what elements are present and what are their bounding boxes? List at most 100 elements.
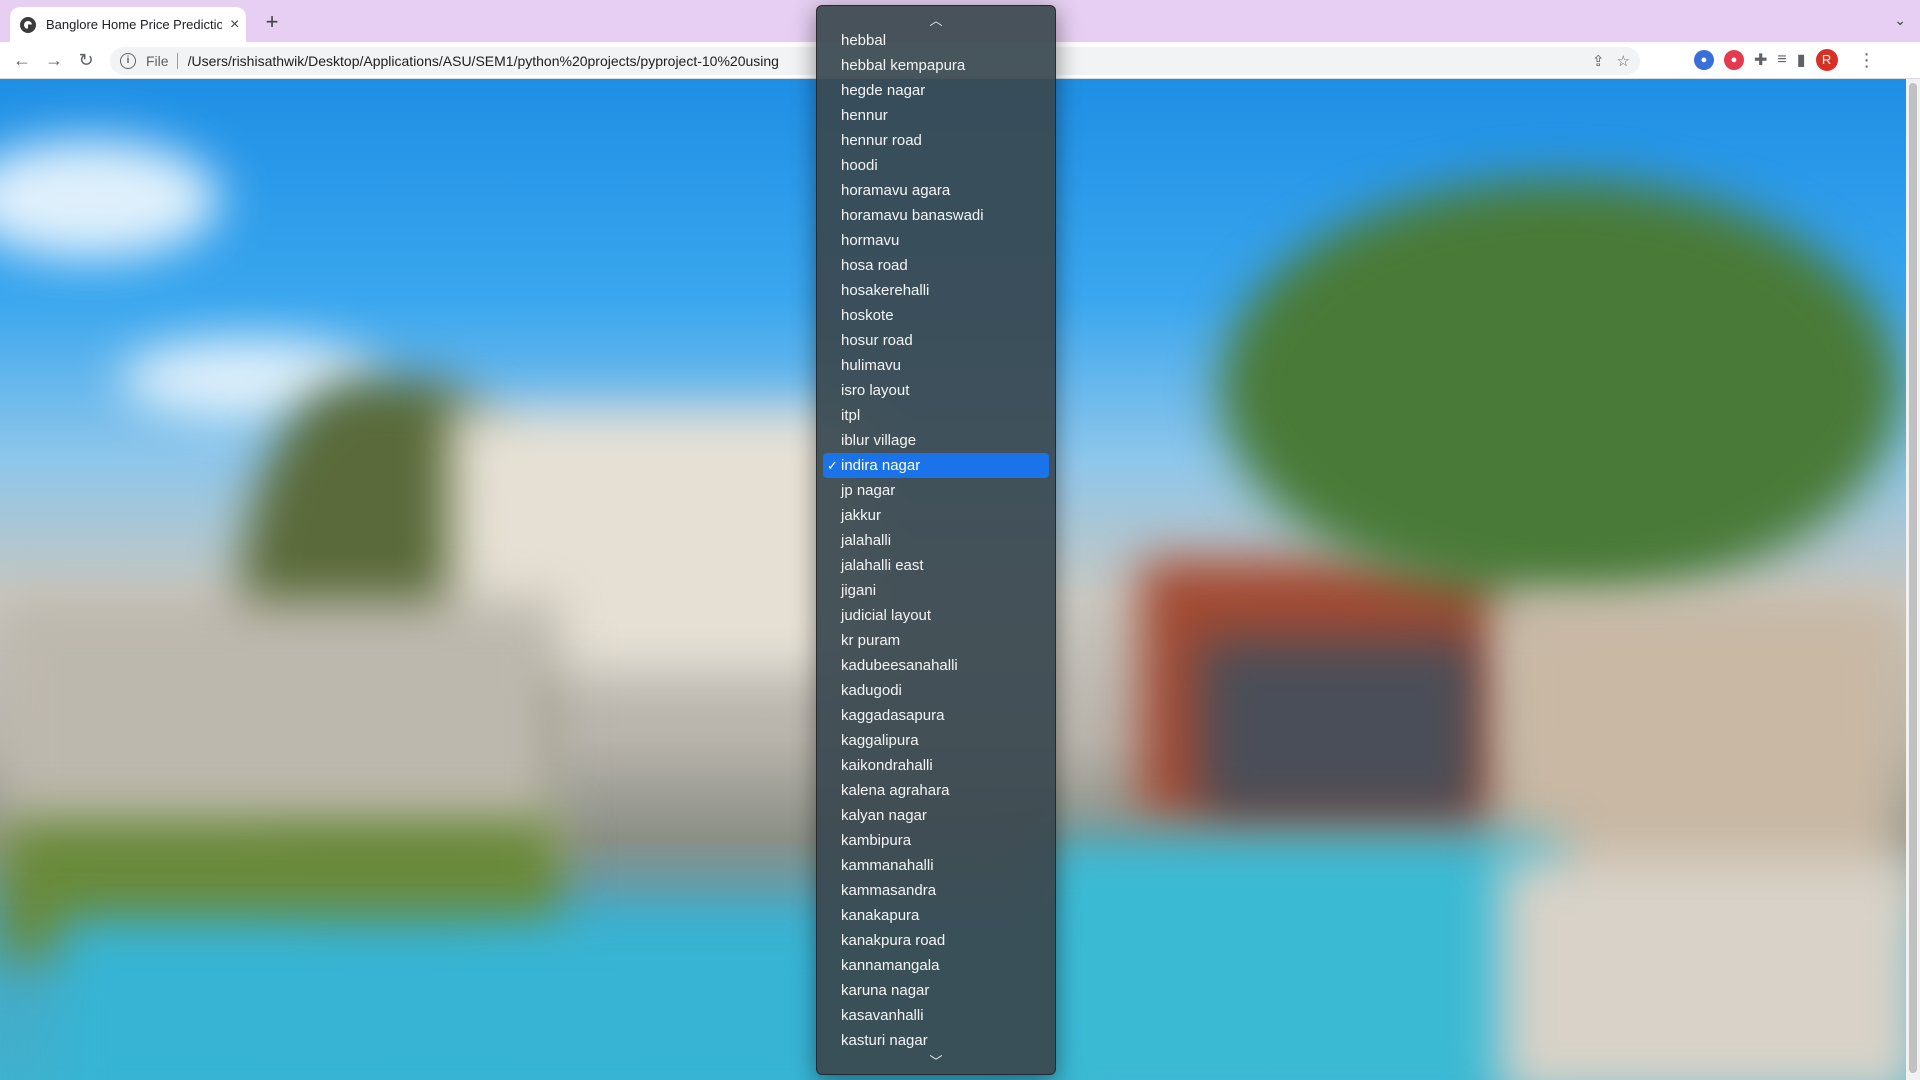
option-label: kaggalipura [841,732,919,749]
dropdown-option[interactable]: itpl [823,403,1049,428]
option-label: kr puram [841,632,901,649]
scrollbar-thumb[interactable] [1909,83,1917,1073]
dropdown-option[interactable]: kanakpura road [823,928,1049,953]
option-label: iblur village [841,432,917,449]
dropdown-option[interactable]: kaggadasapura [823,703,1049,728]
dropdown-option[interactable]: hosur road [823,328,1049,353]
dropdown-option[interactable]: hulimavu [823,353,1049,378]
option-list: hebbal hebbal kempapura hegde nagar hennur h… [823,28,1049,1053]
dropdown-option[interactable]: hennur [823,103,1049,128]
dropdown-option[interactable]: hebbal [823,28,1049,53]
back-icon[interactable]: ← [10,48,34,72]
option-label: kasavanhalli [841,1007,924,1024]
dropdown-option[interactable]: judicial layout [823,603,1049,628]
share-icon[interactable]: ⇪ [1592,52,1605,70]
dropdown-option[interactable]: hoodi [823,153,1049,178]
option-label: judicial layout [841,607,932,624]
cloud-shape [0,139,220,259]
divider [176,53,178,69]
option-label: hebbal kempapura [841,57,966,74]
dropdown-option[interactable]: kaggalipura [823,728,1049,753]
dropdown-option[interactable]: kammanahalli [823,853,1049,878]
dropdown-option[interactable]: kasturi nagar [823,1028,1049,1053]
dropdown-option[interactable]: kalena agrahara [823,778,1049,803]
dropdown-option[interactable]: kr puram [823,628,1049,653]
dropdown-option[interactable]: kadubeesanahalli [823,653,1049,678]
option-label: jalahalli [841,532,892,549]
option-label: jakkur [841,507,882,524]
dropdown-option[interactable]: jp nagar [823,478,1049,503]
dropdown-option[interactable]: jalahalli east [823,553,1049,578]
pool-shape [1040,839,1560,1080]
option-label: itpl [841,407,861,424]
browser-tab[interactable]: Banglore Home Price Predictio × [10,7,246,42]
dropdown-option[interactable]: horamavu banaswadi [823,203,1049,228]
dropdown-option[interactable]: kannamangala [823,953,1049,978]
option-label: kanakapura [841,907,920,924]
dropdown-option[interactable]: ✓ indira nagar [823,453,1049,478]
dropdown-option[interactable]: hosakerehalli [823,278,1049,303]
dropdown-option[interactable]: iblur village [823,428,1049,453]
dropdown-option[interactable]: jalahalli [823,528,1049,553]
extension-shield-icon[interactable]: ● [1694,50,1714,70]
location-select-popup[interactable]: ︿ hebbal hebbal kempapura hegde nagar hennu… [816,5,1056,1075]
url-text[interactable]: /Users/rishisathwik/Desktop/Applications… [188,53,828,69]
dropdown-option[interactable]: jakkur [823,503,1049,528]
puzzle-icon[interactable]: ✚ [1754,50,1767,70]
dropdown-option[interactable]: kaikondrahalli [823,753,1049,778]
avatar[interactable]: R [1815,49,1838,71]
side-panel-icon[interactable]: ▮ [1797,50,1806,70]
dropdown-option[interactable]: hegde nagar [823,78,1049,103]
option-label: kanakpura road [841,932,946,949]
dropdown-option[interactable]: hoskote [823,303,1049,328]
option-label: isro layout [841,382,910,399]
dropdown-option[interactable]: isro layout [823,378,1049,403]
extension-red-icon[interactable]: ● [1724,50,1744,70]
new-tab-button[interactable]: + [260,11,284,35]
option-label: hegde nagar [841,82,926,99]
dropdown-option[interactable]: karuna nagar [823,978,1049,1003]
option-label: hennur [841,107,888,124]
deck-shape [1500,859,1906,1080]
dropdown-option[interactable]: horamavu agara [823,178,1049,203]
dropdown-option[interactable]: jigani [823,578,1049,603]
option-label: kadubeesanahalli [841,657,958,674]
chevron-up-icon[interactable]: ︿ [817,10,1055,29]
dropdown-option[interactable]: hebbal kempapura [823,53,1049,78]
forward-icon[interactable]: → [42,48,66,72]
dropdown-option[interactable]: kanakapura [823,903,1049,928]
extensions-area: ● ● ✚ ≡ ▮ R ⋮ [1694,49,1876,71]
option-label: kadugodi [841,682,902,699]
chevron-down-icon[interactable]: ﹀ [817,1051,1055,1070]
option-label: kaggadasapura [841,707,945,724]
dropdown-option[interactable]: hormavu [823,228,1049,253]
page-scrollbar[interactable] [1906,79,1920,1080]
dropdown-option[interactable]: kammasandra [823,878,1049,903]
window-shape [1200,639,1480,819]
bookmark-star-icon[interactable]: ☆ [1617,52,1630,70]
reload-icon[interactable]: ↻ [74,48,98,72]
close-tab-icon[interactable]: × [230,16,239,33]
tab-search-icon[interactable]: ⌄ [1894,12,1906,29]
option-label: hennur road [841,132,922,149]
option-label: kammasandra [841,882,937,899]
option-label: jalahalli east [841,557,924,574]
omnibox-actions: ⇪ ☆ [1592,52,1630,70]
option-label: karuna nagar [841,982,930,999]
option-label: hoskote [841,307,894,324]
dropdown-option[interactable]: hosa road [823,253,1049,278]
dropdown-option[interactable]: hennur road [823,128,1049,153]
kebab-menu-icon[interactable]: ⋮ [1858,50,1876,71]
url-scheme: File [146,53,169,69]
option-label: hosakerehalli [841,282,930,299]
dropdown-option[interactable]: kasavanhalli [823,1003,1049,1028]
dropdown-option[interactable]: kadugodi [823,678,1049,703]
option-label: hosa road [841,257,908,274]
info-icon[interactable]: i [120,53,136,69]
media-queue-icon[interactable]: ≡ [1777,51,1786,69]
dropdown-option[interactable]: kalyan nagar [823,803,1049,828]
dropdown-option[interactable]: kambipura [823,828,1049,853]
option-label: hebbal [841,32,887,49]
option-label: hoodi [841,157,878,174]
option-label: kaikondrahalli [841,757,933,774]
